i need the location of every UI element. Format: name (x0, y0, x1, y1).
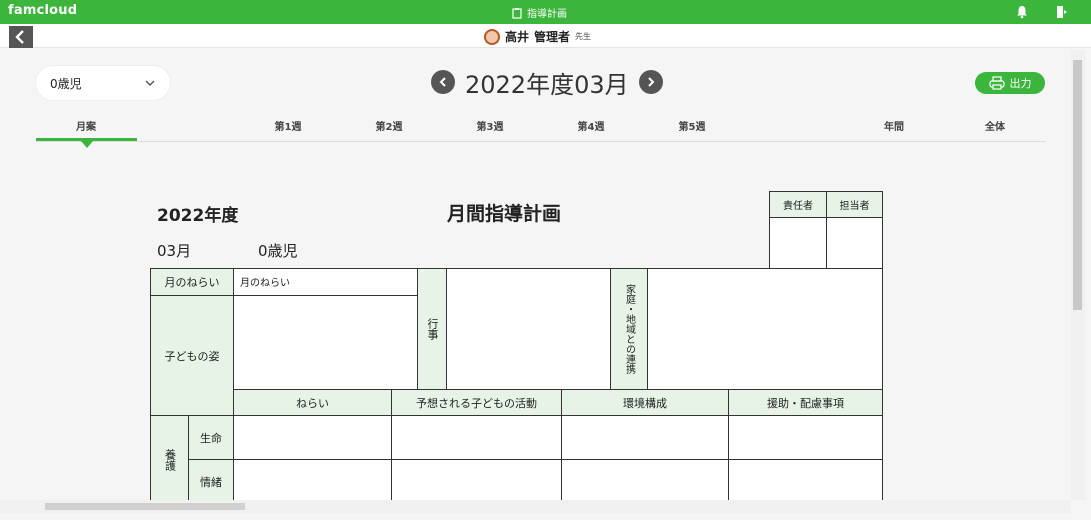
logout-icon[interactable] (1055, 5, 1069, 19)
tab-week1[interactable]: 第1週 (275, 118, 302, 133)
aim-column-header: ねらい (233, 389, 392, 416)
chevron-right-icon (647, 77, 655, 87)
tab-monthly[interactable]: 月案 (76, 118, 96, 133)
age-select[interactable]: 0歳児 (36, 66, 170, 100)
avatar (484, 28, 500, 45)
prev-month-button[interactable] (431, 70, 455, 94)
printer-icon (988, 76, 1005, 90)
print-label: 出力 (1009, 77, 1032, 90)
horizontal-scrollbar[interactable] (0, 500, 1071, 513)
doc-month: 03月 (157, 242, 192, 260)
active-tab-caret (81, 141, 93, 148)
user-role: 管理者 (534, 30, 571, 44)
app-header: famcloud 指導計画 (0, 0, 1091, 24)
monthly-aim-field[interactable]: 月のねらい (233, 268, 418, 296)
age-select-value: 0歳児 (50, 77, 82, 91)
doc-year: 2022年度 (157, 206, 239, 226)
app-title: 指導計画 (511, 5, 567, 20)
tab-all[interactable]: 全体 (985, 118, 1005, 133)
vertical-scroll-thumb[interactable] (1073, 60, 1082, 310)
vertical-scrollbar[interactable] (1071, 50, 1085, 500)
clipboard-icon (512, 7, 522, 19)
app-title-text: 指導計画 (527, 9, 567, 20)
doc-age: 0歳児 (258, 242, 298, 260)
tab-annual[interactable]: 年間 (884, 118, 904, 133)
next-month-button[interactable] (638, 70, 663, 94)
user-name: 高井 (505, 30, 530, 44)
chevron-left-icon (15, 30, 24, 44)
life-environment-field[interactable] (561, 415, 729, 460)
tab-week2[interactable]: 第2週 (376, 118, 403, 133)
events-label: 行事 (426, 318, 440, 340)
in-charge-header: 担当者 (826, 191, 883, 218)
life-support-field[interactable] (728, 415, 883, 460)
family-community-field[interactable] (647, 268, 883, 390)
chevron-left-icon (439, 77, 446, 87)
brand-logo: famcloud (8, 3, 78, 18)
child-state-field[interactable] (233, 295, 418, 390)
responsible-header: 責任者 (769, 191, 827, 218)
in-charge-stamp[interactable] (826, 217, 883, 269)
horizontal-scroll-thumb[interactable] (45, 503, 245, 510)
emotion-environment-field[interactable] (561, 459, 729, 505)
plan-tabs: 月案 第1週 第2週 第3週 第4週 第5週 年間 全体 (36, 108, 1046, 148)
emotion-support-field[interactable] (728, 459, 883, 505)
period-navigator: 2022年度03月 (431, 67, 663, 99)
family-community-label: 家庭・地域との連携 (623, 284, 635, 374)
user-honorific: 先生 (575, 32, 592, 41)
monthly-aim-header: 月のねらい (150, 268, 234, 296)
user-info: 高井 管理者 先生 (484, 28, 591, 45)
care-group-header: 養護 (150, 415, 189, 505)
tab-week4[interactable]: 第4週 (578, 118, 605, 133)
doc-title: 月間指導計画 (447, 203, 562, 225)
print-button[interactable]: 出力 (975, 72, 1045, 94)
responsible-stamp[interactable] (769, 217, 827, 269)
expected-activities-header: 予想される子どもの活動 (391, 389, 562, 416)
emotion-activities-field[interactable] (391, 459, 562, 505)
period-label: 2022年度03月 (465, 70, 629, 99)
life-header: 生命 (188, 415, 234, 460)
care-group-label: 養護 (163, 449, 177, 471)
family-community-header: 家庭・地域との連携 (610, 268, 648, 390)
user-bar: 高井 管理者 先生 (0, 24, 1091, 48)
support-header: 援助・配慮事項 (728, 389, 883, 416)
tab-week3[interactable]: 第3週 (477, 118, 504, 133)
life-aim-field[interactable] (233, 415, 392, 460)
events-header: 行事 (417, 268, 447, 390)
chevron-down-icon (145, 80, 155, 86)
life-activities-field[interactable] (391, 415, 562, 460)
tab-week5[interactable]: 第5週 (679, 118, 706, 133)
environment-header: 環境構成 (561, 389, 729, 416)
events-field[interactable] (446, 268, 611, 390)
back-button[interactable] (9, 26, 33, 48)
emotion-header: 情緒 (188, 459, 234, 505)
emotion-aim-field[interactable] (233, 459, 392, 505)
child-state-header: 子どもの姿 (150, 295, 234, 416)
bell-icon[interactable] (1015, 5, 1029, 19)
